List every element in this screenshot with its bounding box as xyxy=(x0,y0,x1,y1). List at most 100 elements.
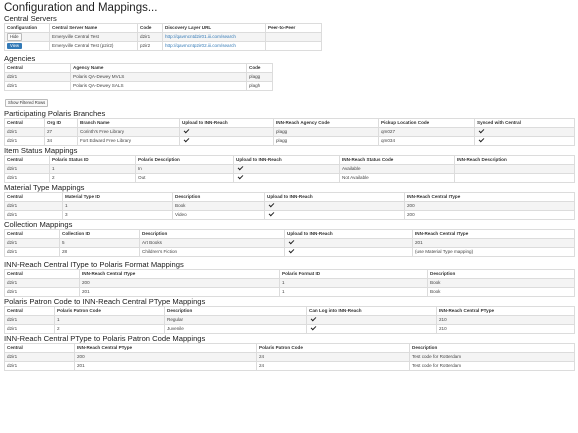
table-row: d2ir1 1 Book 200 xyxy=(4,201,575,211)
column-header: Can Log into INN-Reach xyxy=(306,306,437,316)
table-header-row: Central Agency Name Code xyxy=(4,63,273,73)
column-header: Agency Name xyxy=(70,63,247,73)
hide-button[interactable]: Hide xyxy=(7,33,22,41)
table-row: View Emeryville Central Test (p2ir2) p2i… xyxy=(4,41,322,51)
column-header: Central xyxy=(4,63,71,73)
agencies-table: Central Agency Name Code d2ir1 Polaris Q… xyxy=(4,63,273,91)
column-header: Central xyxy=(4,343,75,353)
table-row: d2ir1 27 Corinth's Free Library plagg qm… xyxy=(4,127,575,137)
check-icon xyxy=(478,128,485,134)
table-row: d2ir1 2 Juvenile 210 xyxy=(4,324,575,334)
page: Configuration and Mappings... Central Se… xyxy=(4,2,575,371)
collection-title: Collection Mappings xyxy=(4,220,73,229)
item-status-title: Item Status Mappings xyxy=(4,146,78,155)
column-header: Central xyxy=(4,306,55,316)
patron-code-table: Central Polaris Patron Code Description … xyxy=(4,306,575,334)
column-header: INN-Reach Central PType xyxy=(74,343,257,353)
column-header: Pickup Location Code xyxy=(378,118,475,128)
table-row: d2ir1 200 24 Test code for Rotterdam xyxy=(4,352,575,362)
table-header-row: Central INN-Reach Central PType Polaris … xyxy=(4,343,575,353)
column-header: Upload to INN-Reach xyxy=(264,192,405,202)
show-filtered-rows-button[interactable]: Show Filtered Rows xyxy=(5,99,49,107)
table-row: d2ir1 200 1 Book xyxy=(4,278,575,288)
server-code: p2ir2 xyxy=(137,41,163,51)
check-icon xyxy=(288,248,295,254)
column-header: Polaris Status ID xyxy=(49,155,136,165)
table-header-row: Central Polaris Patron Code Description … xyxy=(4,306,575,316)
column-header: Synced with Central xyxy=(474,118,575,128)
table-row: d2ir1 2 Out Not Available xyxy=(4,173,575,183)
column-header: INN-Reach Status Code xyxy=(339,155,455,165)
check-icon xyxy=(288,239,295,245)
ptype-patron-title: INN-Reach Central PType to Polaris Patro… xyxy=(4,334,206,343)
peer-to-peer-cell xyxy=(265,41,322,51)
material-type-table: Central Material Type ID Description Upl… xyxy=(4,192,575,220)
column-header: INN-Reach Description xyxy=(454,155,575,165)
column-header: Configuration xyxy=(4,23,50,33)
patron-code-title: Polaris Patron Code to INN-Reach Central… xyxy=(4,297,206,306)
column-header: INN-Reach Central PType xyxy=(436,306,575,316)
column-header: Material Type ID xyxy=(62,192,173,202)
table-row: d2ir1 201 1 Book xyxy=(4,287,575,297)
column-header: Upload to INN-Reach xyxy=(233,155,340,165)
column-header: Upload to INN-Reach xyxy=(179,118,274,128)
column-header: INN-Reach Central IType xyxy=(404,192,575,202)
table-header-row: Central Material Type ID Description Upl… xyxy=(4,192,575,202)
discovery-url-link[interactable]: http://qavmcntd2ir01.iii.com/search xyxy=(165,34,236,39)
check-icon xyxy=(310,325,317,331)
column-header: Code xyxy=(137,23,163,33)
itype-format-table: Central INN-Reach Central IType Polaris … xyxy=(4,269,575,297)
column-header: Org ID xyxy=(44,118,78,128)
column-header: Branch Name xyxy=(77,118,180,128)
server-name: Emeryville Central Test (p2ir2) xyxy=(49,41,138,51)
column-header: Discovery Layer URL xyxy=(162,23,266,33)
table-header-row: Configuration Central Server Name Code D… xyxy=(4,23,322,33)
table-row: d2ir1 3 Video 200 xyxy=(4,210,575,220)
table-header-row: Central Collection ID Description Upload… xyxy=(4,229,575,239)
page-title: Configuration and Mappings... xyxy=(4,2,158,14)
material-type-title: Material Type Mappings xyxy=(4,183,85,192)
table-row: Hide Emeryville Central Test d2ir1 http:… xyxy=(4,32,322,42)
ptype-patron-table: Central INN-Reach Central PType Polaris … xyxy=(4,343,575,371)
column-header: INN-Reach Agency Code xyxy=(273,118,379,128)
collection-table: Central Collection ID Description Upload… xyxy=(4,229,575,257)
column-header: Central xyxy=(4,118,45,128)
view-button[interactable]: View xyxy=(7,43,23,49)
column-header: INN-Reach Central IType xyxy=(412,229,575,239)
server-code: d2ir1 xyxy=(137,32,163,42)
column-header: Upload to INN-Reach xyxy=(284,229,413,239)
column-header: Central xyxy=(4,229,60,239)
column-header: INN-Reach Central IType xyxy=(79,269,280,279)
column-header: Description xyxy=(409,343,575,353)
column-header: Central xyxy=(4,192,63,202)
column-header: Code xyxy=(246,63,273,73)
column-header: Collection ID xyxy=(59,229,140,239)
discovery-url-link[interactable]: http://qavmcntp2ir02.iii.com/search xyxy=(165,43,236,48)
check-icon xyxy=(268,202,275,208)
table-row: d2ir1 1 Regular 210 xyxy=(4,315,575,325)
check-icon xyxy=(310,316,317,322)
column-header: Description xyxy=(139,229,285,239)
column-header: Polaris Patron Code xyxy=(256,343,410,353)
table-header-row: Central INN-Reach Central IType Polaris … xyxy=(4,269,575,279)
table-row: d2ir1 1 In Available xyxy=(4,164,575,174)
column-header: Polaris Format ID xyxy=(279,269,428,279)
column-header: Description xyxy=(164,306,307,316)
item-status-table: Central Polaris Status ID Polaris Descri… xyxy=(4,155,575,183)
column-header: Polaris Patron Code xyxy=(54,306,165,316)
check-icon xyxy=(237,165,244,171)
agencies-title: Agencies xyxy=(4,54,36,63)
central-servers-table: Configuration Central Server Name Code D… xyxy=(4,23,322,51)
column-header: Description xyxy=(172,192,265,202)
peer-to-peer-cell xyxy=(265,32,322,42)
column-header: Description xyxy=(427,269,575,279)
table-row: d2ir1 Polaris QA-Dewey MVLS plagg xyxy=(4,72,273,82)
server-name: Emeryville Central Test xyxy=(49,32,138,42)
table-row: d2ir1 Polaris QA-Dewey SALS plagh xyxy=(4,81,273,91)
check-icon xyxy=(183,128,190,134)
column-header: Central Server Name xyxy=(49,23,138,33)
check-icon xyxy=(478,137,485,143)
branches-title: Participating Polaris Branches xyxy=(4,109,106,118)
column-header: Central xyxy=(4,269,80,279)
column-header: Central xyxy=(4,155,50,165)
